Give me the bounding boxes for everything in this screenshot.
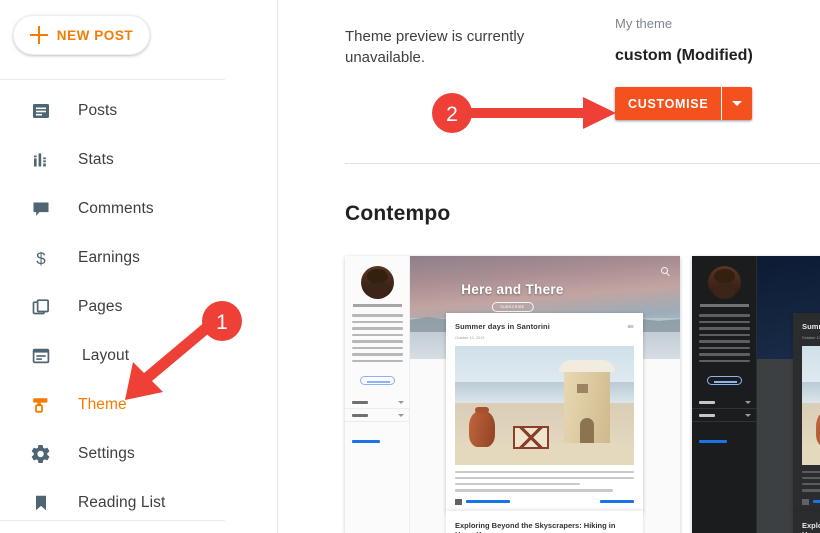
- posts-icon: [30, 100, 52, 122]
- sidebar-item-pages[interactable]: Pages: [0, 282, 278, 331]
- sidebar-item-theme[interactable]: Theme: [0, 380, 278, 429]
- my-theme-label: My theme: [615, 16, 673, 31]
- bookmark-icon: [30, 492, 52, 514]
- preview-follow-button: [360, 376, 395, 385]
- preview-post-title-2: Exploring Beyond the Skyscrapers: Hiking…: [802, 521, 820, 533]
- main-content: Theme preview is currently unavailable. …: [279, 0, 820, 533]
- preview-post-card: Summer days in Santorini October 10, 201…: [793, 313, 820, 512]
- preview-post-title-2: Exploring Beyond the Skyscrapers: Hiking…: [455, 521, 616, 533]
- sidebar-item-label: Theme: [78, 395, 127, 413]
- content-divider: [345, 163, 820, 164]
- preview-sidebar-sections: [692, 396, 757, 422]
- preview-comment-link: [813, 500, 820, 504]
- sidebar-divider-top: [0, 79, 225, 80]
- preview-report-abuse-link: [699, 440, 727, 443]
- preview-read-more-link: [600, 500, 634, 504]
- sidebar-item-label: Posts: [78, 101, 118, 119]
- customise-button-group: CUSTOMISE: [615, 87, 753, 120]
- sidebar-item-label: Earnings: [78, 248, 140, 266]
- preview-post-card-2: Exploring Beyond the Skyscrapers: Hiking…: [793, 511, 820, 533]
- preview-follow-button: [707, 376, 742, 385]
- dollar-icon: $: [30, 247, 52, 269]
- preview-comment-link: [466, 500, 510, 504]
- customise-dropdown-button[interactable]: [722, 87, 753, 120]
- new-post-label: NEW POST: [56, 27, 134, 43]
- comment-icon: [455, 498, 462, 505]
- preview-post-body: [802, 471, 820, 492]
- stats-icon: [30, 149, 52, 171]
- preview-sidebar: [692, 256, 757, 533]
- preview-section-archive: [692, 396, 757, 409]
- layout-icon: [30, 345, 52, 367]
- preview-post-photo: [455, 346, 634, 465]
- preview-post-date: October 10, 2019: [802, 336, 820, 340]
- preview-post-footer: [802, 498, 820, 505]
- avatar: [708, 266, 741, 299]
- comments-icon: [30, 198, 52, 220]
- sidebar-item-label: Settings: [78, 444, 135, 462]
- theme-thumbnail-dark[interactable]: Summer days in Santorini October 10, 201…: [692, 256, 820, 533]
- preview-section-archive: [345, 396, 410, 409]
- comment-icon: [802, 498, 809, 505]
- preview-subscribe-button: SUBSCRIBE: [491, 302, 534, 312]
- new-post-button[interactable]: NEW POST: [13, 15, 150, 55]
- blogger-theme-page: NEW POST Posts Stats Comments $ Earnings…: [0, 0, 820, 533]
- preview-author-name: [353, 304, 402, 307]
- theme-thumbnail-light[interactable]: Here and There SUBSCRIBE Summer days in …: [345, 256, 680, 533]
- sidebar-item-label: Stats: [78, 150, 114, 168]
- preview-sidebar-sections: [345, 396, 410, 422]
- preview-report-abuse-link: [352, 440, 380, 443]
- sidebar-item-stats[interactable]: Stats: [0, 135, 278, 184]
- preview-post-photo: [802, 346, 820, 465]
- sidebar-item-layout[interactable]: Layout: [0, 331, 278, 380]
- preview-post-card: Summer days in Santorini ⇚ October 10, 2…: [446, 313, 643, 512]
- page-title: Contempo: [345, 202, 451, 225]
- preview-post-title: Summer days in Santorini: [802, 322, 820, 331]
- preview-post-date: October 10, 2019: [455, 336, 485, 340]
- gear-icon: [30, 443, 52, 465]
- sidebar: NEW POST Posts Stats Comments $ Earnings…: [0, 0, 278, 533]
- pages-icon: [30, 296, 52, 318]
- sidebar-item-comments[interactable]: Comments: [0, 184, 278, 233]
- preview-post-title: Summer days in Santorini: [455, 322, 550, 331]
- sidebar-item-label: Reading List: [78, 493, 166, 511]
- current-theme-name: custom (Modified): [615, 47, 753, 64]
- preview-bio-text: [352, 314, 403, 366]
- preview-bio-text: [699, 314, 750, 366]
- sidebar-item-posts[interactable]: Posts: [0, 86, 278, 135]
- button-divider: [721, 87, 723, 120]
- svg-text:$: $: [36, 249, 46, 268]
- sidebar-item-label: Pages: [78, 297, 123, 315]
- customise-button[interactable]: CUSTOMISE: [615, 87, 722, 120]
- share-icon: ⇚: [627, 322, 634, 331]
- paint-roller-icon: [30, 394, 52, 416]
- chevron-down-icon: [732, 101, 743, 106]
- theme-thumbnail-list: Here and There SUBSCRIBE Summer days in …: [345, 256, 820, 533]
- preview-author-name: [700, 304, 749, 307]
- sidebar-nav-list: Posts Stats Comments $ Earnings Pages La…: [0, 86, 278, 527]
- search-icon: [661, 267, 668, 274]
- plus-icon: [29, 26, 48, 44]
- preview-sidebar: [345, 256, 410, 533]
- preview-blog-title: Here and There: [461, 282, 564, 297]
- sidebar-divider-bottom: [0, 520, 225, 521]
- preview-unavailable-message: Theme preview is currently unavailable.: [345, 28, 525, 66]
- sidebar-item-label: Comments: [78, 199, 154, 217]
- preview-section-labels: [345, 409, 410, 422]
- preview-section-labels: [692, 409, 757, 422]
- sidebar-item-label: Layout: [82, 346, 130, 364]
- sidebar-item-settings[interactable]: Settings: [0, 429, 278, 478]
- preview-post-body: [455, 471, 634, 492]
- preview-post-footer: [455, 498, 634, 505]
- sidebar-item-earnings[interactable]: $ Earnings: [0, 233, 278, 282]
- preview-post-card-2: Exploring Beyond the Skyscrapers: Hiking…: [446, 511, 643, 533]
